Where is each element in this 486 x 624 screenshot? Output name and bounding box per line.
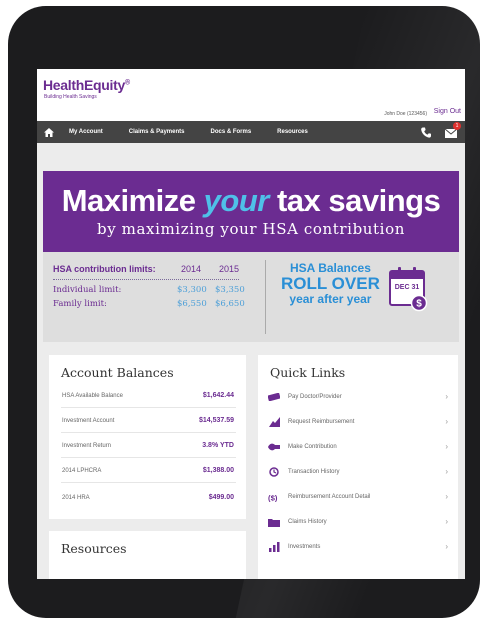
limits-vertical-divider — [265, 260, 266, 334]
individual-limit-label: Individual limit: — [53, 285, 122, 295]
mail-icon[interactable]: 1 — [444, 122, 461, 143]
chevron-right-icon: › — [445, 467, 448, 476]
main-nav: My Account Claims & Payments Docs & Form… — [37, 121, 465, 143]
balance-value[interactable]: $499.00 — [209, 494, 234, 501]
balance-label: Investment Account — [62, 418, 115, 424]
quick-link-label: Transaction History — [288, 469, 340, 475]
quick-link-label: Request Reimbursement — [288, 419, 355, 425]
reimbursement-icon — [268, 417, 280, 427]
quick-link-label: Claims History — [288, 519, 327, 525]
logo[interactable]: HealthEquity® — [43, 77, 130, 93]
logo-trademark: ® — [124, 79, 130, 87]
banner-headline: Maximize your tax savings — [43, 185, 459, 217]
balance-value[interactable]: 3.8% YTD — [202, 442, 234, 449]
sign-out-link[interactable]: Sign Out — [434, 108, 461, 115]
svg-text:($): ($) — [268, 493, 278, 502]
family-limit-2015: $6,650 — [215, 299, 245, 309]
banner-subheadline: by maximizing your HSA contribution — [97, 220, 405, 238]
header: HealthEquity® Building Health Savings Jo… — [37, 69, 465, 121]
quick-link-label: Investments — [288, 544, 321, 550]
chevron-right-icon: › — [445, 542, 448, 551]
tablet-frame: HealthEquity® Building Health Savings Jo… — [8, 6, 480, 618]
mail-badge: 1 — [453, 122, 461, 130]
quick-links-card: Quick Links Pay Doctor/Provider › Reques… — [258, 355, 458, 579]
quick-link-label: Reimbursement Account Detail — [288, 494, 371, 500]
logo-text: HealthEquity — [43, 77, 125, 93]
account-balances-card: Account Balances HSA Available Balance $… — [49, 355, 246, 519]
individual-limit-2015: $3,350 — [215, 285, 245, 295]
calendar-dollar-icon: $ DEC 31 — [389, 266, 429, 317]
tax-savings-banner[interactable]: Maximize your tax savings by maximizing … — [43, 171, 459, 252]
limits-divider — [53, 279, 239, 280]
chevron-right-icon: › — [445, 492, 448, 501]
svg-text:$: $ — [416, 299, 422, 310]
folder-icon — [268, 517, 280, 527]
balance-value[interactable]: $1,642.44 — [203, 392, 234, 399]
banner-headline-accent: your — [203, 183, 270, 218]
limits-year-2015: 2015 — [219, 264, 240, 274]
investments-icon — [268, 542, 280, 552]
user-name: John Doe (123456) — [384, 111, 427, 117]
balance-value[interactable]: $1,388.00 — [203, 467, 234, 474]
individual-limit-2014: $3,300 — [177, 285, 207, 295]
nav-item-docs-forms[interactable]: Docs & Forms — [210, 129, 251, 135]
banner-headline-part2: tax savings — [268, 183, 441, 218]
rollover-line3: year after year — [289, 292, 372, 306]
balance-label: HSA Available Balance — [62, 393, 123, 399]
balance-label: Investment Return — [62, 443, 112, 449]
chevron-right-icon: › — [445, 442, 448, 451]
balance-divider — [61, 432, 236, 433]
chevron-right-icon: › — [445, 517, 448, 526]
balance-label: 2014 LPHCRA — [62, 468, 102, 474]
balance-divider — [61, 482, 236, 483]
account-balances-title: Account Balances — [61, 365, 174, 380]
quick-link-label: Make Contribution — [288, 444, 337, 450]
account-detail-icon: ($) — [268, 492, 280, 502]
app-screen: HealthEquity® Building Health Savings Jo… — [37, 69, 465, 579]
history-icon — [268, 467, 280, 477]
pay-icon — [268, 392, 280, 402]
phone-icon[interactable] — [421, 125, 431, 143]
nav-item-my-account[interactable]: My Account — [69, 129, 103, 135]
limits-year-2014: 2014 — [181, 264, 202, 274]
balance-divider — [61, 407, 236, 408]
family-limit-label: Family limit: — [53, 299, 107, 309]
balance-divider — [61, 457, 236, 458]
rollover-line2: ROLL OVER — [281, 274, 380, 293]
limits-title: HSA contribution limits: — [53, 264, 156, 274]
quick-links-title: Quick Links — [270, 365, 346, 380]
rollover-message: HSA Balances ROLL OVER year after year — [281, 262, 380, 306]
contribution-limits-panel: HSA contribution limits: 2014 2015 Indiv… — [43, 252, 459, 342]
logo-tagline: Building Health Savings — [44, 94, 97, 100]
chevron-right-icon: › — [445, 417, 448, 426]
resources-card: Resources — [49, 531, 246, 579]
family-limit-2014: $6,550 — [177, 299, 207, 309]
banner-headline-part1: Maximize — [61, 183, 204, 218]
balance-value[interactable]: $14,537.59 — [199, 417, 234, 424]
resources-title: Resources — [61, 541, 127, 556]
nav-item-resources[interactable]: Resources — [277, 129, 308, 135]
balance-label: 2014 HRA — [62, 495, 90, 501]
home-icon[interactable] — [37, 127, 61, 137]
nav-item-claims-payments[interactable]: Claims & Payments — [129, 129, 185, 135]
calendar-label: DEC 31 — [394, 284, 420, 291]
contribution-icon — [268, 442, 280, 452]
chevron-right-icon: › — [445, 392, 448, 401]
quick-link-label: Pay Doctor/Provider — [288, 394, 342, 400]
